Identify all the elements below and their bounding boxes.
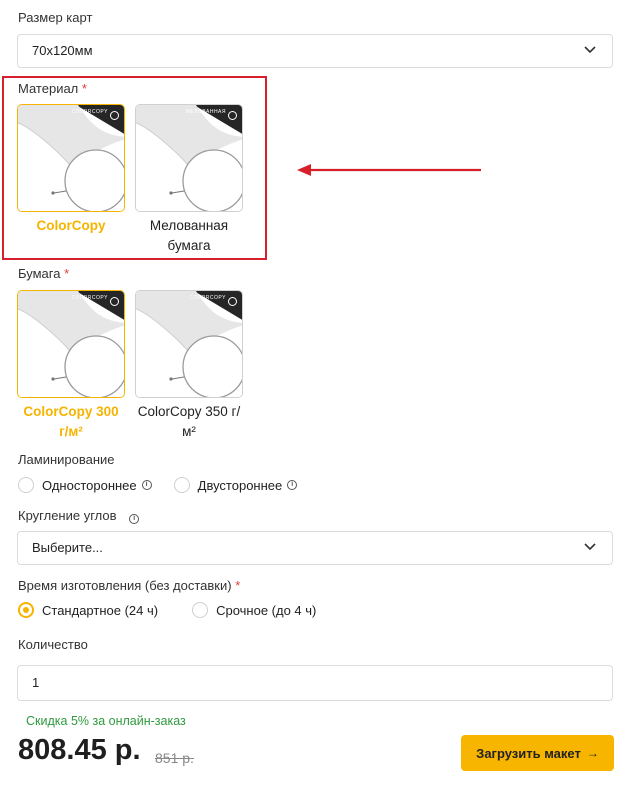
corner-rounding-label: Кругление углов i [18,508,140,524]
lamination-two-sided-label: Двустороннее [197,477,283,493]
quantity-label: Количество [18,637,88,652]
material-label: Материал * [18,81,87,96]
paper-thumbnail: МЕЛОВАННАЯ [135,104,243,212]
thumb-brand-text: МЕЛОВАННАЯ [185,109,226,115]
paper-options: COLORCOPY ColorCopy 300 г/м² COLORCOPY C… [17,290,243,442]
chevron-down-icon [584,46,596,54]
upload-button-label: Загрузить макет [476,745,581,761]
required-mark: * [64,266,70,281]
arrow-right-icon: → [586,746,599,760]
thumb-brand-text: COLORCOPY [189,295,226,301]
info-icon [110,297,119,306]
required-mark: * [81,81,87,96]
paper-thumbnail: COLORCOPY [135,290,243,398]
lamination-label: Ламинирование [18,452,115,467]
material-option-caption: ColorCopy [36,218,106,233]
old-price: 851 р. [155,750,194,766]
quantity-value: 1 [32,675,40,690]
chevron-down-icon [584,543,596,551]
lamination-two-sided-radio[interactable] [173,477,190,493]
thumb-brand-text: COLORCOPY [71,295,108,301]
paper-label: Бумага * [18,266,70,281]
production-standard-label: Стандартное (24 ч) [42,602,159,618]
info-icon[interactable]: i [141,480,152,490]
corner-rounding-select[interactable]: Выберите... [17,531,613,565]
paper-thumbnail: COLORCOPY [17,104,125,212]
thumb-brand-text: COLORCOPY [71,109,108,115]
info-icon [228,111,237,120]
info-icon[interactable]: i [129,514,140,524]
corner-rounding-placeholder: Выберите... [32,540,103,555]
annotation-arrow-icon [297,164,481,176]
card-size-value: 70x120мм [32,43,93,58]
info-icon [228,297,237,306]
lamination-one-sided-radio[interactable] [18,477,34,493]
discount-text: Скидка 5% за онлайн-заказ [26,714,186,728]
production-urgent-label: Срочное (до 4 ч) [216,602,317,618]
card-size-select[interactable]: 70x120мм [17,34,613,68]
required-mark: * [235,578,241,593]
paper-option-caption: ColorCopy 350 г/м² [137,404,241,439]
lamination-options: Одностороннее i Двустороннее i [18,477,298,493]
production-time-label: Время изготовления (без доставки) * [18,578,241,593]
lamination-one-sided-label: Одностороннее [42,477,137,493]
material-option-coated[interactable]: МЕЛОВАННАЯ Мелованная бумага [135,104,243,256]
paper-option-350[interactable]: COLORCOPY ColorCopy 350 г/м² [135,290,243,442]
upload-layout-button[interactable]: Загрузить макет → [461,735,614,771]
production-standard-radio[interactable] [18,602,34,618]
info-icon[interactable]: i [287,480,298,490]
card-size-label: Размер карт [18,10,93,25]
production-time-options: Стандартное (24 ч) Срочное (до 4 ч) [18,602,316,618]
quantity-input[interactable]: 1 [17,665,613,701]
production-urgent-radio[interactable] [192,602,209,618]
material-option-caption: Мелованная бумага [149,218,229,253]
info-icon [110,111,119,120]
paper-option-300[interactable]: COLORCOPY ColorCopy 300 г/м² [17,290,125,442]
current-price: 808.45 р. [18,734,141,766]
paper-option-caption: ColorCopy 300 г/м² [23,404,119,439]
material-options: COLORCOPY ColorCopy МЕЛОВАННАЯ Мелованна… [17,104,243,256]
paper-thumbnail: COLORCOPY [17,290,125,398]
material-option-colorcopy[interactable]: COLORCOPY ColorCopy [17,104,125,256]
